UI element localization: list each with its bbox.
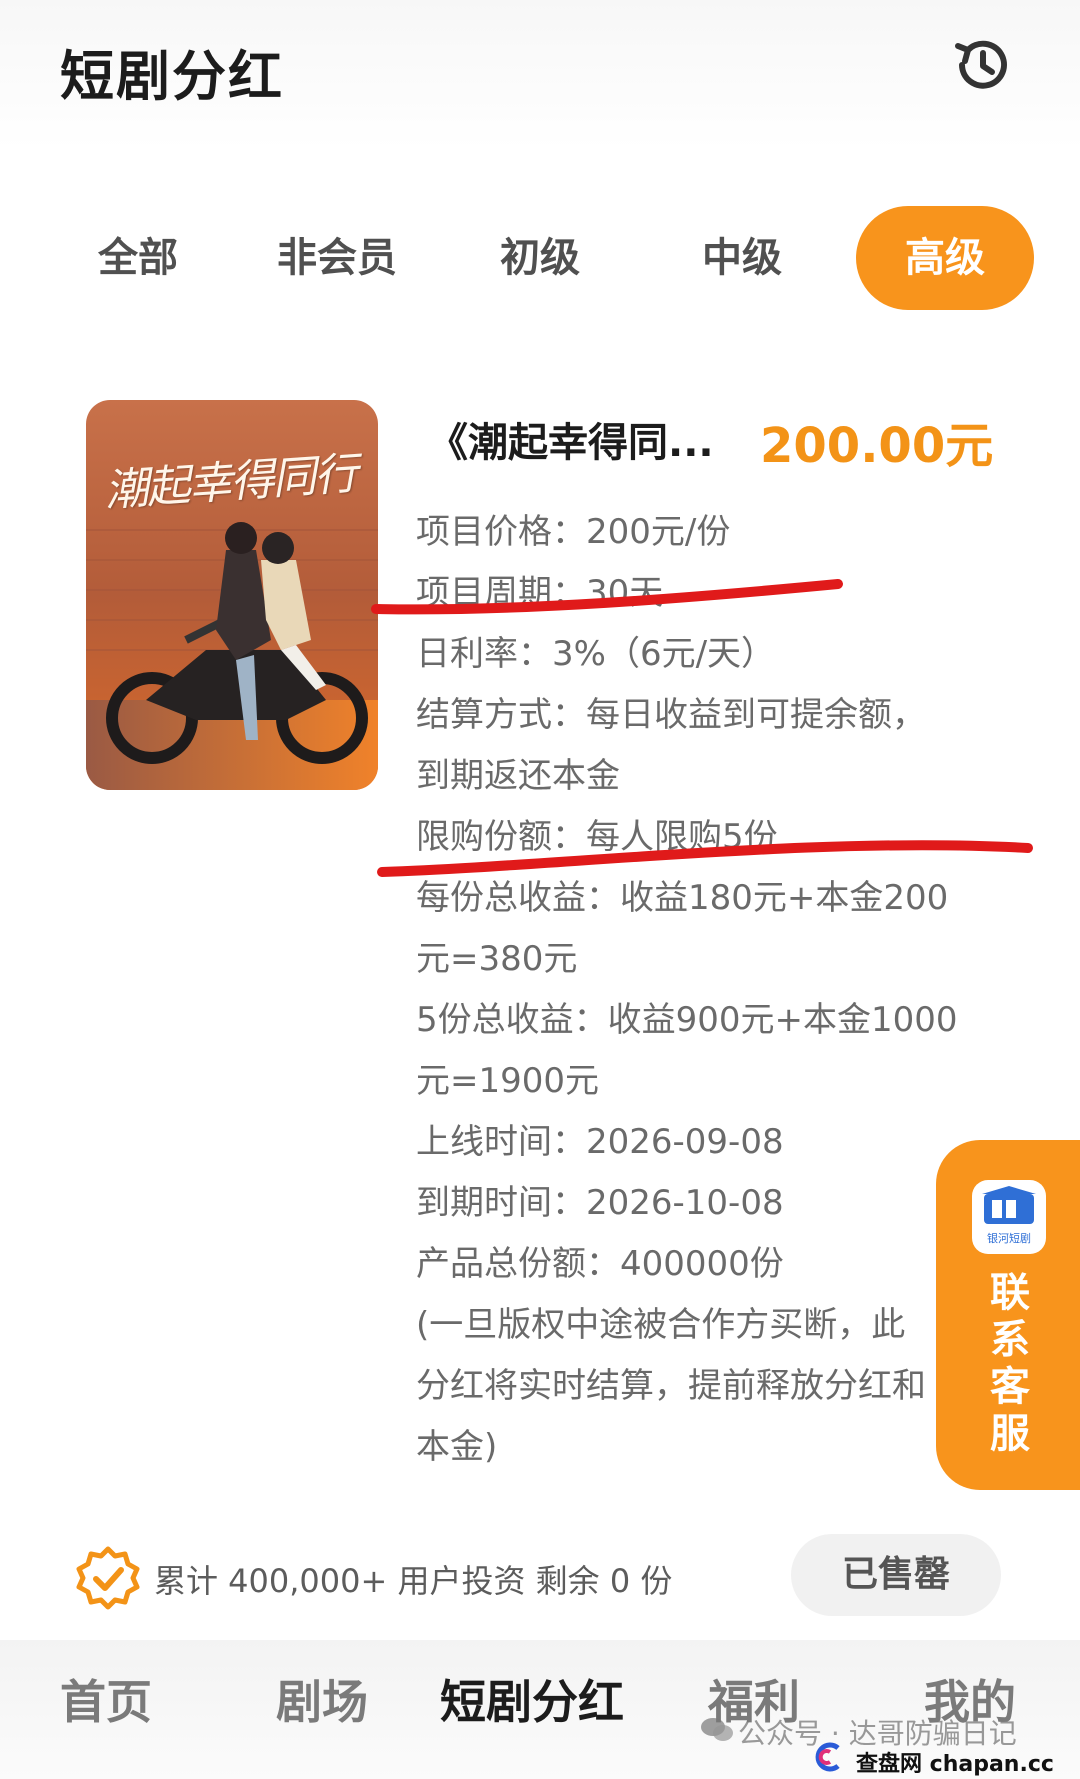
detail-line: 到期时间：2026-10-08 <box>416 1183 784 1223</box>
product-details: 项目价格：200元/份 项目周期：30天 日利率：3%（6元/天） 结算方式：每… <box>416 502 1006 1478</box>
detail-line: 项目周期：30天 <box>416 573 664 613</box>
page-title: 短剧分红 <box>60 45 284 108</box>
tab-non-member[interactable]: 非会员 <box>262 206 412 310</box>
detail-line: 到期返还本金 <box>416 756 620 796</box>
nav-theater[interactable]: 剧场 <box>276 1666 368 1732</box>
detail-line: 项目价格：200元/份 <box>416 512 731 552</box>
tab-senior[interactable]: 高级 <box>856 206 1034 310</box>
nav-drama-dividend[interactable]: 短剧分红 <box>440 1666 624 1732</box>
app-logo-text: 银河短剧 <box>987 1232 1031 1245</box>
wechat-icon <box>700 1716 734 1744</box>
detail-line: 限购份额：每人限购5份 <box>416 817 778 857</box>
detail-line: 每份总收益：收益180元+本金200 <box>416 878 949 918</box>
product-price: 200.00元 <box>760 418 994 474</box>
detail-line: 结算方式：每日收益到可提余额， <box>416 695 926 735</box>
detail-line: 分红将实时结算，提前释放分红和 <box>416 1366 926 1406</box>
detail-line: (一旦版权中途被合作方买断，此 <box>416 1305 906 1345</box>
tab-intermediate[interactable]: 中级 <box>680 206 804 310</box>
contact-service-button[interactable]: 银河短剧 联系客服 <box>936 1140 1080 1490</box>
detail-line: 产品总份额：400000份 <box>416 1244 784 1284</box>
detail-line: 元=380元 <box>416 939 578 979</box>
contact-service-label: 联系客服 <box>990 1270 1030 1457</box>
level-tabs: 全部 非会员 初级 中级 高级 <box>0 200 1080 310</box>
app-logo-icon: 银河短剧 <box>972 1180 1046 1254</box>
tab-all[interactable]: 全部 <box>76 206 200 310</box>
detail-line: 5份总收益：收益900元+本金1000 <box>416 1000 958 1040</box>
tab-junior[interactable]: 初级 <box>478 206 602 310</box>
detail-line: 本金) <box>416 1427 498 1467</box>
sold-out-button[interactable]: 已售罄 <box>791 1534 1001 1616</box>
purchase-status-row: 累计 400,000+ 用户投资 剩余 0 份 已售罄 <box>76 1534 1006 1616</box>
app-header: 短剧分红 <box>0 0 1080 150</box>
drama-poster[interactable]: 潮起幸得同行 <box>86 400 378 790</box>
verified-badge-icon <box>76 1546 140 1610</box>
nav-home[interactable]: 首页 <box>60 1666 152 1732</box>
investors-count: 累计 400,000+ 用户投资 剩余 0 份 <box>154 1562 673 1600</box>
detail-line: 日利率：3%（6元/天） <box>416 634 776 674</box>
site-watermark: 查盘网 chapan.cc <box>856 1752 1054 1777</box>
product-title[interactable]: 《潮起幸得同... <box>428 410 714 468</box>
history-clock-icon[interactable] <box>952 34 1014 96</box>
detail-line: 元=1900元 <box>416 1061 600 1101</box>
chapan-logo-icon <box>808 1742 848 1772</box>
detail-line: 上线时间：2026-09-08 <box>416 1122 784 1162</box>
